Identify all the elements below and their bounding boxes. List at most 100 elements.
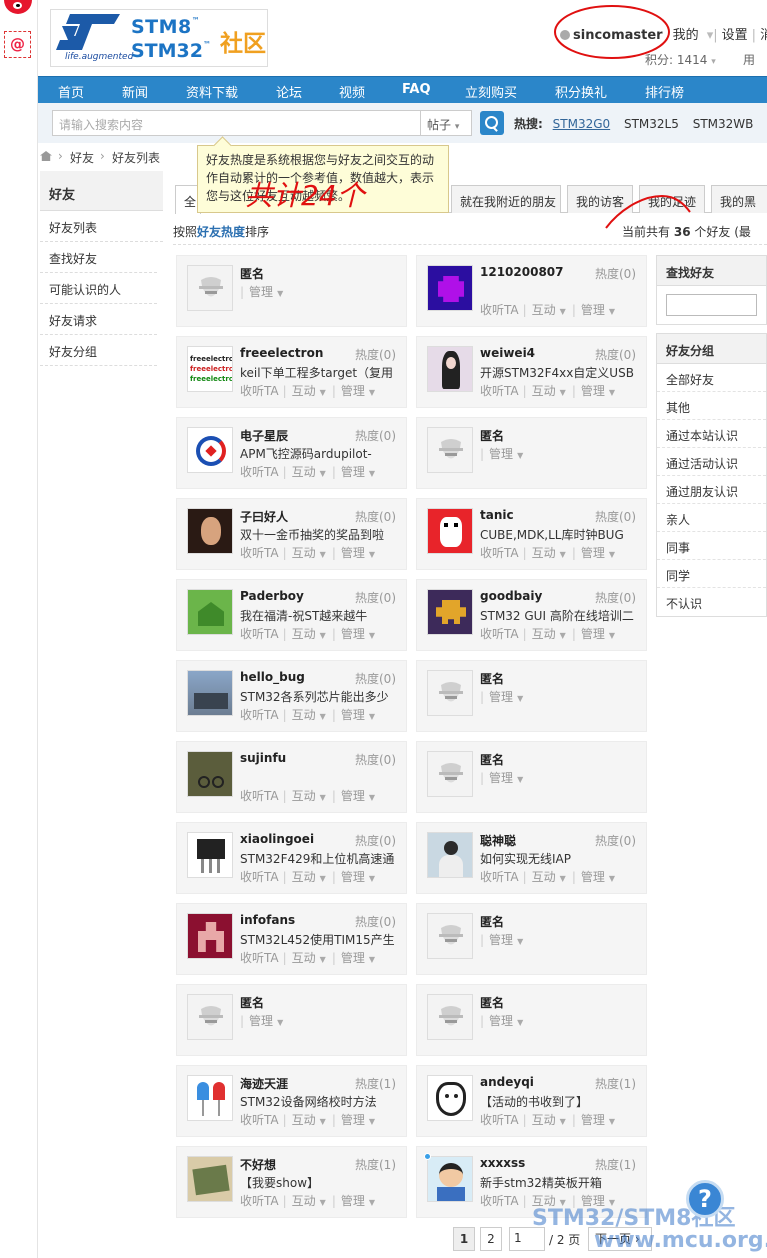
friend-latest-post[interactable]: STM32各系列芯片能出多少: [240, 688, 400, 705]
manage-menu[interactable]: 管理: [249, 1014, 273, 1028]
group-item[interactable]: 其他: [657, 392, 766, 420]
avatar[interactable]: [187, 265, 233, 311]
friend-name[interactable]: 匿名: [480, 751, 504, 768]
nav-forum[interactable]: 论坛: [276, 82, 302, 101]
avatar[interactable]: [427, 346, 473, 392]
sort-by-heat[interactable]: 好友热度: [197, 225, 245, 239]
interact-menu[interactable]: 互动: [292, 465, 316, 479]
manage-menu[interactable]: 管理: [341, 1113, 365, 1127]
manage-menu[interactable]: 管理: [581, 1113, 605, 1127]
group-item[interactable]: 通过本站认识: [657, 420, 766, 448]
listen-button[interactable]: 收听TA: [240, 384, 279, 398]
friend-latest-post[interactable]: 如何实现无线IAP: [480, 850, 640, 867]
manage-menu[interactable]: 管理: [489, 1014, 513, 1028]
interact-menu[interactable]: 互动: [292, 627, 316, 641]
search-input[interactable]: 请输入搜索内容: [52, 110, 421, 136]
avatar[interactable]: freeelectronfreeelectronfreeelectron: [187, 346, 233, 392]
nav-faq[interactable]: FAQ: [402, 82, 431, 97]
friend-name[interactable]: 聪神聪: [480, 832, 516, 849]
friend-latest-post[interactable]: STM32F429和上位机高速通: [240, 850, 400, 867]
manage-menu[interactable]: 管理: [341, 789, 365, 803]
friend-latest-post[interactable]: 新手stm32精英板开箱: [480, 1174, 640, 1191]
avatar[interactable]: [427, 913, 473, 959]
avatar[interactable]: [427, 1156, 473, 1202]
friend-name[interactable]: goodbaiy: [480, 589, 542, 603]
nav-downloads[interactable]: 资料下载: [186, 82, 238, 101]
manage-menu[interactable]: 管理: [489, 447, 513, 461]
friend-name[interactable]: 匿名: [480, 994, 504, 1011]
friend-latest-post[interactable]: APM飞控源码ardupilot-: [240, 445, 400, 462]
avatar[interactable]: [427, 670, 473, 716]
interact-menu[interactable]: 互动: [292, 789, 316, 803]
nav-news[interactable]: 新闻: [122, 82, 148, 101]
nav-home[interactable]: 首页: [58, 82, 84, 101]
avatar[interactable]: [187, 427, 233, 473]
friend-name[interactable]: sujinfu: [240, 751, 286, 765]
sidebar-item-maybe-know[interactable]: 可能认识的人: [40, 273, 157, 304]
avatar[interactable]: [187, 1075, 233, 1121]
nav-video[interactable]: 视频: [339, 82, 365, 101]
listen-button[interactable]: 收听TA: [240, 951, 279, 965]
interact-menu[interactable]: 互动: [532, 1113, 556, 1127]
credits[interactable]: 积分: 1414 ▾ 用: [645, 51, 755, 68]
friend-latest-post[interactable]: 【活动的书收到了】: [480, 1093, 640, 1110]
sidebar-item-find-friends[interactable]: 查找好友: [40, 242, 157, 273]
listen-button[interactable]: 收听TA: [480, 627, 519, 641]
mine-menu[interactable]: 我的: [673, 28, 699, 43]
interact-menu[interactable]: 互动: [292, 1194, 316, 1208]
avatar[interactable]: [187, 913, 233, 959]
group-item[interactable]: 亲人: [657, 504, 766, 532]
username-link[interactable]: sincomaster: [573, 28, 663, 43]
friend-name[interactable]: 海迹天涯: [240, 1075, 288, 1092]
tab-footprints[interactable]: 我的足迹: [639, 185, 705, 213]
manage-menu[interactable]: 管理: [581, 303, 605, 317]
listen-button[interactable]: 收听TA: [240, 465, 279, 479]
settings-link[interactable]: 设置: [722, 28, 748, 43]
manage-menu[interactable]: 管理: [341, 870, 365, 884]
listen-button[interactable]: 收听TA: [240, 1194, 279, 1208]
friend-name[interactable]: Paderboy: [240, 589, 304, 603]
interact-menu[interactable]: 互动: [532, 303, 556, 317]
friend-name[interactable]: freeelectron: [240, 346, 323, 360]
home-icon[interactable]: [40, 151, 52, 161]
manage-menu[interactable]: 管理: [341, 1194, 365, 1208]
manage-menu[interactable]: 管理: [581, 546, 605, 560]
manage-menu[interactable]: 管理: [581, 870, 605, 884]
friend-latest-post[interactable]: STM32设备网络校时方法: [240, 1093, 400, 1110]
listen-button[interactable]: 收听TA: [240, 789, 279, 803]
breadcrumb-friends[interactable]: 好友: [70, 149, 94, 166]
friend-latest-post[interactable]: 【我要show】: [240, 1174, 400, 1191]
friend-latest-post[interactable]: STM32 GUI 高阶在线培训二: [480, 607, 640, 624]
tab-nearby[interactable]: 就在我附近的朋友: [451, 185, 561, 213]
sidebar-item-friend-list[interactable]: 好友列表: [40, 211, 163, 242]
friend-latest-post[interactable]: 开源STM32F4xx自定义USB: [480, 364, 640, 381]
help-icon[interactable]: ?: [686, 1180, 724, 1218]
friend-name[interactable]: andeyqi: [480, 1075, 534, 1089]
friend-name[interactable]: 匿名: [480, 670, 504, 687]
manage-menu[interactable]: 管理: [249, 285, 273, 299]
friend-name[interactable]: tanic: [480, 508, 514, 522]
listen-button[interactable]: 收听TA: [480, 1113, 519, 1127]
friend-name[interactable]: 匿名: [480, 427, 504, 444]
avatar[interactable]: [427, 265, 473, 311]
nav-gifts[interactable]: 积分换礼: [555, 82, 607, 101]
group-item[interactable]: 同学: [657, 560, 766, 588]
friend-name[interactable]: 不好想: [240, 1156, 276, 1173]
interact-menu[interactable]: 互动: [532, 870, 556, 884]
manage-menu[interactable]: 管理: [341, 465, 365, 479]
group-item[interactable]: 同事: [657, 532, 766, 560]
search-icon[interactable]: [480, 111, 504, 135]
sidebar-item-groups[interactable]: 好友分组: [40, 335, 157, 366]
group-item[interactable]: 不认识: [657, 588, 766, 616]
interact-menu[interactable]: 互动: [292, 708, 316, 722]
hot-keyword[interactable]: STM32WB: [693, 117, 754, 131]
friend-latest-post[interactable]: 双十一金币抽奖的奖品到啦: [240, 526, 400, 543]
avatar[interactable]: [427, 427, 473, 473]
friend-name[interactable]: 子曰好人: [240, 508, 288, 525]
listen-button[interactable]: 收听TA: [480, 546, 519, 560]
listen-button[interactable]: 收听TA: [480, 1194, 519, 1208]
friend-name[interactable]: xiaolingoei: [240, 832, 314, 846]
avatar[interactable]: [187, 1156, 233, 1202]
page-1[interactable]: 1: [453, 1227, 475, 1251]
interact-menu[interactable]: 互动: [292, 870, 316, 884]
